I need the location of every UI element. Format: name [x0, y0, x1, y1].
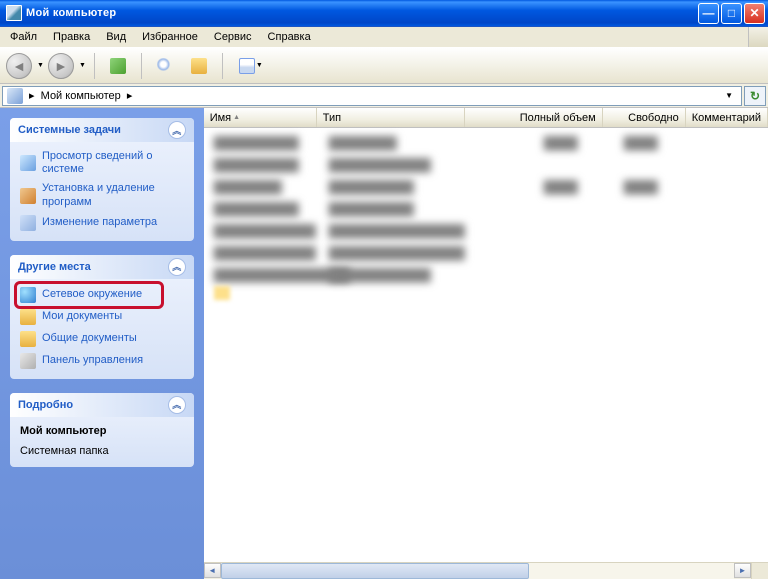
details-panel: Подробно ︽ Мой компьютер Системная папка — [10, 393, 194, 467]
back-history-dropdown[interactable]: ▼ — [37, 62, 44, 69]
other-places-header[interactable]: Другие места ︽ — [10, 255, 194, 279]
refresh-icon: ↻ — [750, 89, 760, 103]
horizontal-scrollbar[interactable]: ◄ ► — [204, 562, 751, 579]
toolbar-separator — [222, 53, 223, 79]
address-dropdown[interactable]: ▼ — [721, 91, 737, 100]
close-button[interactable]: ✕ — [744, 3, 765, 24]
menubar-throbber — [748, 27, 768, 47]
collapse-icon: ︽ — [168, 396, 186, 414]
place-my-documents[interactable]: Мои документы — [20, 309, 184, 325]
scroll-thumb[interactable] — [221, 563, 529, 579]
menu-view[interactable]: Вид — [98, 28, 134, 46]
toolbar-separator — [94, 53, 95, 79]
scroll-left-button[interactable]: ◄ — [204, 563, 221, 578]
column-total-size[interactable]: Полный объем — [465, 108, 603, 127]
task-change-setting[interactable]: Изменение параметра — [20, 215, 184, 231]
refresh-button[interactable]: ↻ — [744, 86, 766, 106]
folders-button[interactable] — [184, 51, 214, 81]
column-headers: Имя▲ Тип Полный объем Свободно Комментар… — [204, 108, 768, 128]
collapse-icon: ︽ — [168, 258, 186, 276]
tasks-sidebar: Системные задачи ︽ Просмотр сведений о с… — [0, 108, 204, 579]
menu-edit[interactable]: Правка — [45, 28, 98, 46]
main-listview[interactable]: Имя▲ Тип Полный объем Свободно Комментар… — [204, 108, 768, 579]
folder-icon — [20, 309, 36, 325]
details-type: Системная папка — [20, 445, 184, 457]
column-comment[interactable]: Комментарий — [686, 108, 768, 127]
menubar: Файл Правка Вид Избранное Сервис Справка — [0, 26, 768, 48]
menu-tools[interactable]: Сервис — [206, 28, 260, 46]
chevron-down-icon: ▼ — [256, 62, 263, 69]
addressbar: ▸ Мой компьютер ▸ ▼ ↻ — [0, 84, 768, 108]
task-view-system-info[interactable]: Просмотр сведений о системе — [20, 150, 184, 176]
setting-icon — [20, 215, 36, 231]
scrollbar-corner — [751, 562, 768, 579]
minimize-button[interactable]: — — [698, 3, 719, 24]
search-button[interactable] — [150, 51, 180, 81]
up-button[interactable] — [103, 51, 133, 81]
my-computer-icon — [6, 5, 22, 21]
forward-history-dropdown[interactable]: ▼ — [79, 62, 86, 69]
system-tasks-panel: Системные задачи ︽ Просмотр сведений о с… — [10, 118, 194, 241]
place-control-panel[interactable]: Панель управления — [20, 353, 184, 369]
search-icon — [157, 58, 173, 74]
views-button[interactable]: ▼ — [231, 51, 271, 81]
column-name[interactable]: Имя▲ — [204, 108, 317, 127]
column-free[interactable]: Свободно — [603, 108, 686, 127]
toolbar-separator — [141, 53, 142, 79]
listview-body[interactable]: ██████████ ████████ ████ ████ ██████████… — [204, 128, 768, 579]
toolbar: ◄ ▼ ► ▼ ▼ — [0, 48, 768, 84]
place-shared-documents[interactable]: Общие документы — [20, 331, 184, 347]
scroll-track[interactable] — [221, 563, 734, 579]
details-name: Мой компьютер — [20, 425, 184, 437]
system-tasks-header[interactable]: Системные задачи ︽ — [10, 118, 194, 142]
collapse-icon: ︽ — [168, 121, 186, 139]
place-network[interactable]: Сетевое окружение — [20, 287, 184, 303]
address-field[interactable]: ▸ Мой компьютер ▸ ▼ — [2, 86, 742, 106]
views-icon — [239, 58, 255, 74]
scroll-right-button[interactable]: ► — [734, 563, 751, 578]
other-places-panel: Другие места ︽ Сетевое окружение Мои док… — [10, 255, 194, 379]
add-remove-icon — [20, 188, 36, 204]
folders-icon — [191, 58, 207, 74]
maximize-button[interactable]: □ — [721, 3, 742, 24]
my-computer-icon — [7, 88, 23, 104]
network-icon — [20, 287, 36, 303]
address-path: ▸ Мой компьютер ▸ — [29, 89, 715, 102]
system-info-icon — [20, 155, 36, 171]
back-button[interactable]: ◄ — [6, 53, 32, 79]
task-add-remove-programs[interactable]: Установка и удаление программ — [20, 182, 184, 208]
menu-file[interactable]: Файл — [2, 28, 45, 46]
sort-asc-icon: ▲ — [233, 114, 240, 121]
control-panel-icon — [20, 353, 36, 369]
menu-help[interactable]: Справка — [260, 28, 319, 46]
menu-favorites[interactable]: Избранное — [134, 28, 206, 46]
window-title: Мой компьютер — [26, 7, 696, 19]
details-header[interactable]: Подробно ︽ — [10, 393, 194, 417]
folder-icon — [20, 331, 36, 347]
titlebar[interactable]: Мой компьютер — □ ✕ — [0, 0, 768, 26]
forward-button[interactable]: ► — [48, 53, 74, 79]
folder-up-icon — [110, 58, 126, 74]
column-type[interactable]: Тип — [317, 108, 465, 127]
